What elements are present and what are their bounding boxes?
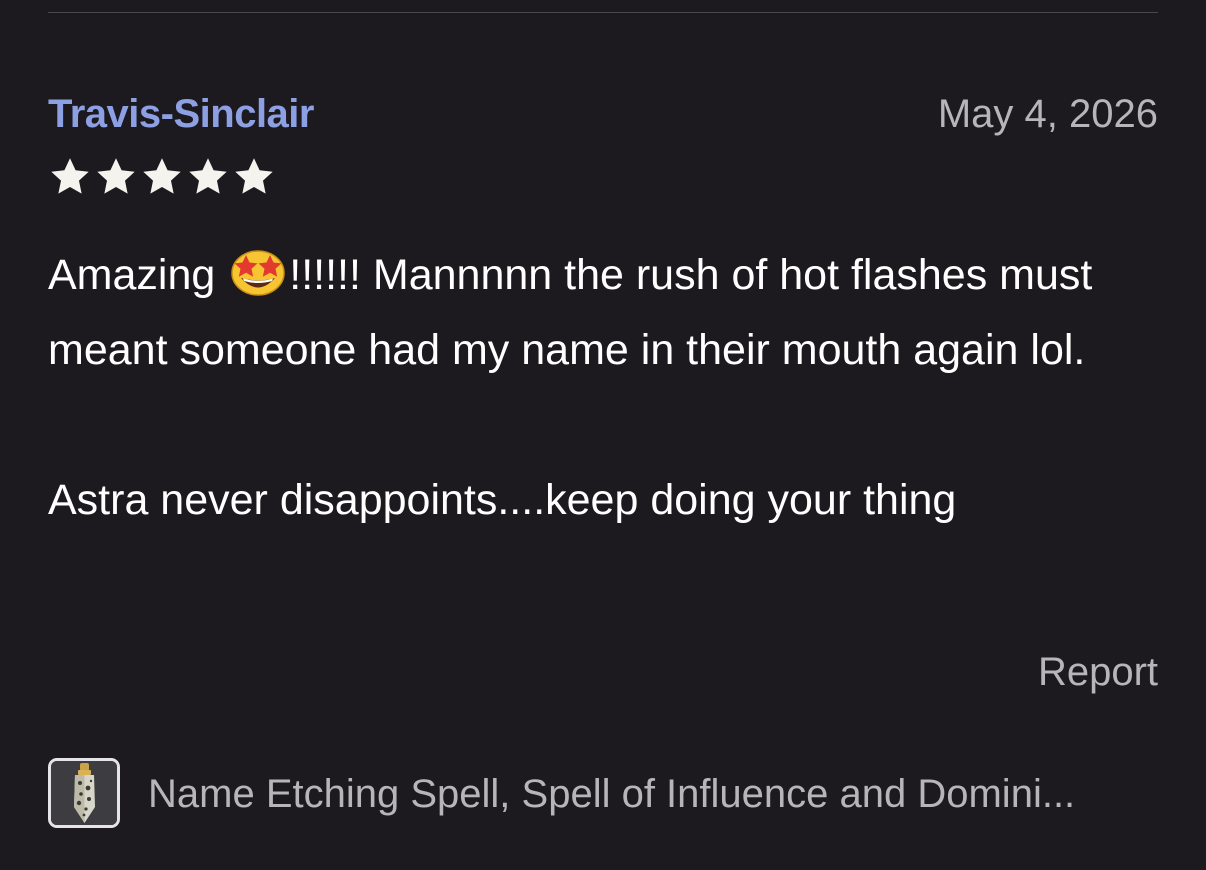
star-struck-emoji-icon: [231, 250, 285, 296]
review-header: Travis-Sinclair May 4, 2026: [48, 88, 1158, 144]
product-name[interactable]: Name Etching Spell, Spell of Influence a…: [148, 772, 1158, 817]
product-thumbnail[interactable]: [48, 758, 120, 828]
star-icon: [97, 158, 135, 194]
star-icon: [189, 158, 227, 194]
star-rating: [48, 155, 276, 199]
reviewer-username[interactable]: Travis-Sinclair: [48, 92, 314, 137]
crystal-pendant-thumbnail-icon: [51, 761, 117, 825]
star-icon: [143, 158, 181, 194]
star-icon: [235, 158, 273, 194]
review-body: Amazing !!!!!! Mannnnn the rush of hot f…: [48, 238, 1158, 538]
review-paragraph: Amazing !!!!!! Mannnnn the rush of hot f…: [48, 238, 1158, 388]
reviewed-product-link[interactable]: Name Etching Spell, Spell of Influence a…: [48, 758, 1158, 834]
top-divider: [48, 12, 1158, 13]
star-icon: [51, 158, 89, 194]
report-link[interactable]: Report: [1038, 650, 1158, 695]
review-paragraph-2: Astra never disappoints....keep doing yo…: [48, 476, 957, 524]
review-text-start: Amazing: [48, 251, 228, 299]
review-date: May 4, 2026: [937, 92, 1158, 136]
